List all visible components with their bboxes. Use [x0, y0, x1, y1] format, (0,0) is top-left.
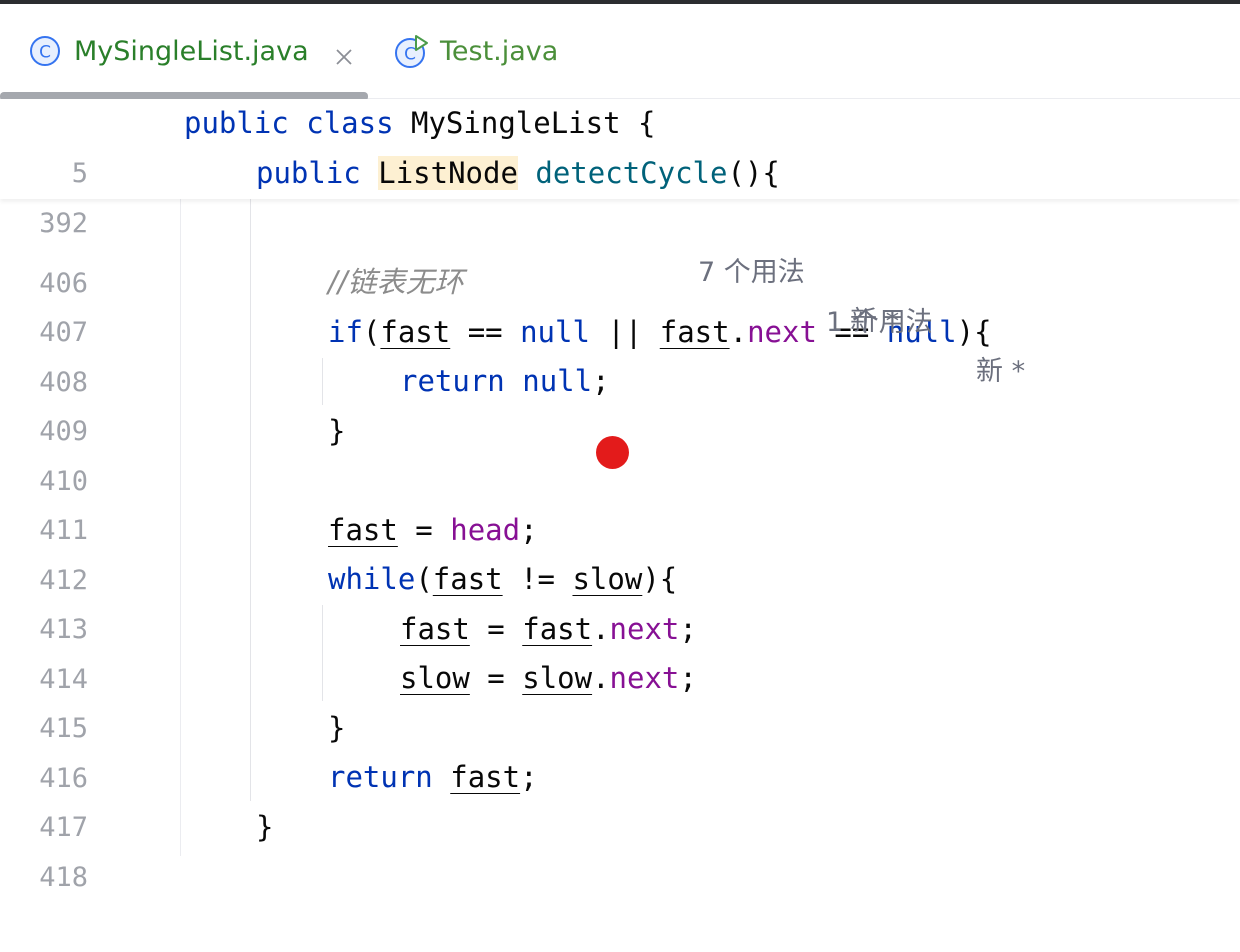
class-declaration: public class MySingleList {: [184, 106, 656, 140]
code-line[interactable]: 417 return fast;: [0, 753, 1240, 843]
sticky-line-class[interactable]: 5 public class MySingleList { 7 个用法 新 *: [0, 99, 1240, 337]
while-statement: while(fast != slow){: [328, 562, 678, 596]
line-number: 392: [39, 207, 88, 239]
tab-mysinglelist-java[interactable]: C MySingleList.java: [28, 4, 353, 98]
assignment: slow = slow.next;: [400, 661, 697, 695]
return-statement: return null;: [400, 364, 610, 398]
code-line[interactable]: 406: [0, 209, 1240, 299]
code-line[interactable]: 412 fast = head;: [0, 506, 1240, 596]
usages-hint[interactable]: 1 个用法: [826, 298, 933, 348]
tab-test-java[interactable]: C Test.java: [394, 4, 558, 98]
author-badge[interactable]: 新 *: [976, 347, 1025, 397]
code-line[interactable]: 408 if(fast == null || fast.next == null…: [0, 308, 1240, 398]
code-line[interactable]: 407 //链表无环: [0, 258, 1240, 348]
method-declaration: public ListNode detectCycle(){: [256, 156, 780, 190]
comment: //链表无环: [328, 265, 464, 299]
tab-label: MySingleList.java: [74, 35, 309, 67]
runnable-class-icon: C: [394, 34, 428, 68]
breakpoint-marker[interactable]: [596, 436, 629, 469]
svg-text:C: C: [404, 45, 416, 65]
code-line[interactable]: 413 while(fast != slow){: [0, 555, 1240, 645]
code-line[interactable]: 414 fast = fast.next;: [0, 605, 1240, 695]
code-line[interactable]: 415 slow = slow.next;: [0, 654, 1240, 744]
code-line[interactable]: 416 }: [0, 704, 1240, 794]
editor-tab-bar: C MySingleList.java C Test.java: [0, 4, 1240, 101]
tab-label: Test.java: [440, 35, 559, 67]
closing-brace: }: [256, 810, 274, 844]
assignment: fast = head;: [328, 513, 538, 547]
close-icon[interactable]: [335, 42, 353, 65]
sticky-lines-header: 5 public class MySingleList { 7 个用法 新 * …: [0, 99, 1240, 387]
class-icon: C: [28, 34, 62, 68]
return-statement: return fast;: [328, 760, 538, 794]
sticky-line-method[interactable]: 392 public ListNode detectCycle(){ 1 个用法…: [0, 149, 1240, 387]
svg-text:C: C: [39, 43, 51, 63]
code-line[interactable]: 409 return null;: [0, 357, 1240, 447]
closing-brace: }: [328, 711, 346, 745]
usages-hint[interactable]: 7 个用法: [698, 248, 805, 298]
line-number: 418: [39, 861, 88, 893]
assignment: fast = fast.next;: [400, 612, 697, 646]
code-line[interactable]: 418 }: [0, 803, 1240, 893]
closing-brace: }: [328, 414, 346, 448]
